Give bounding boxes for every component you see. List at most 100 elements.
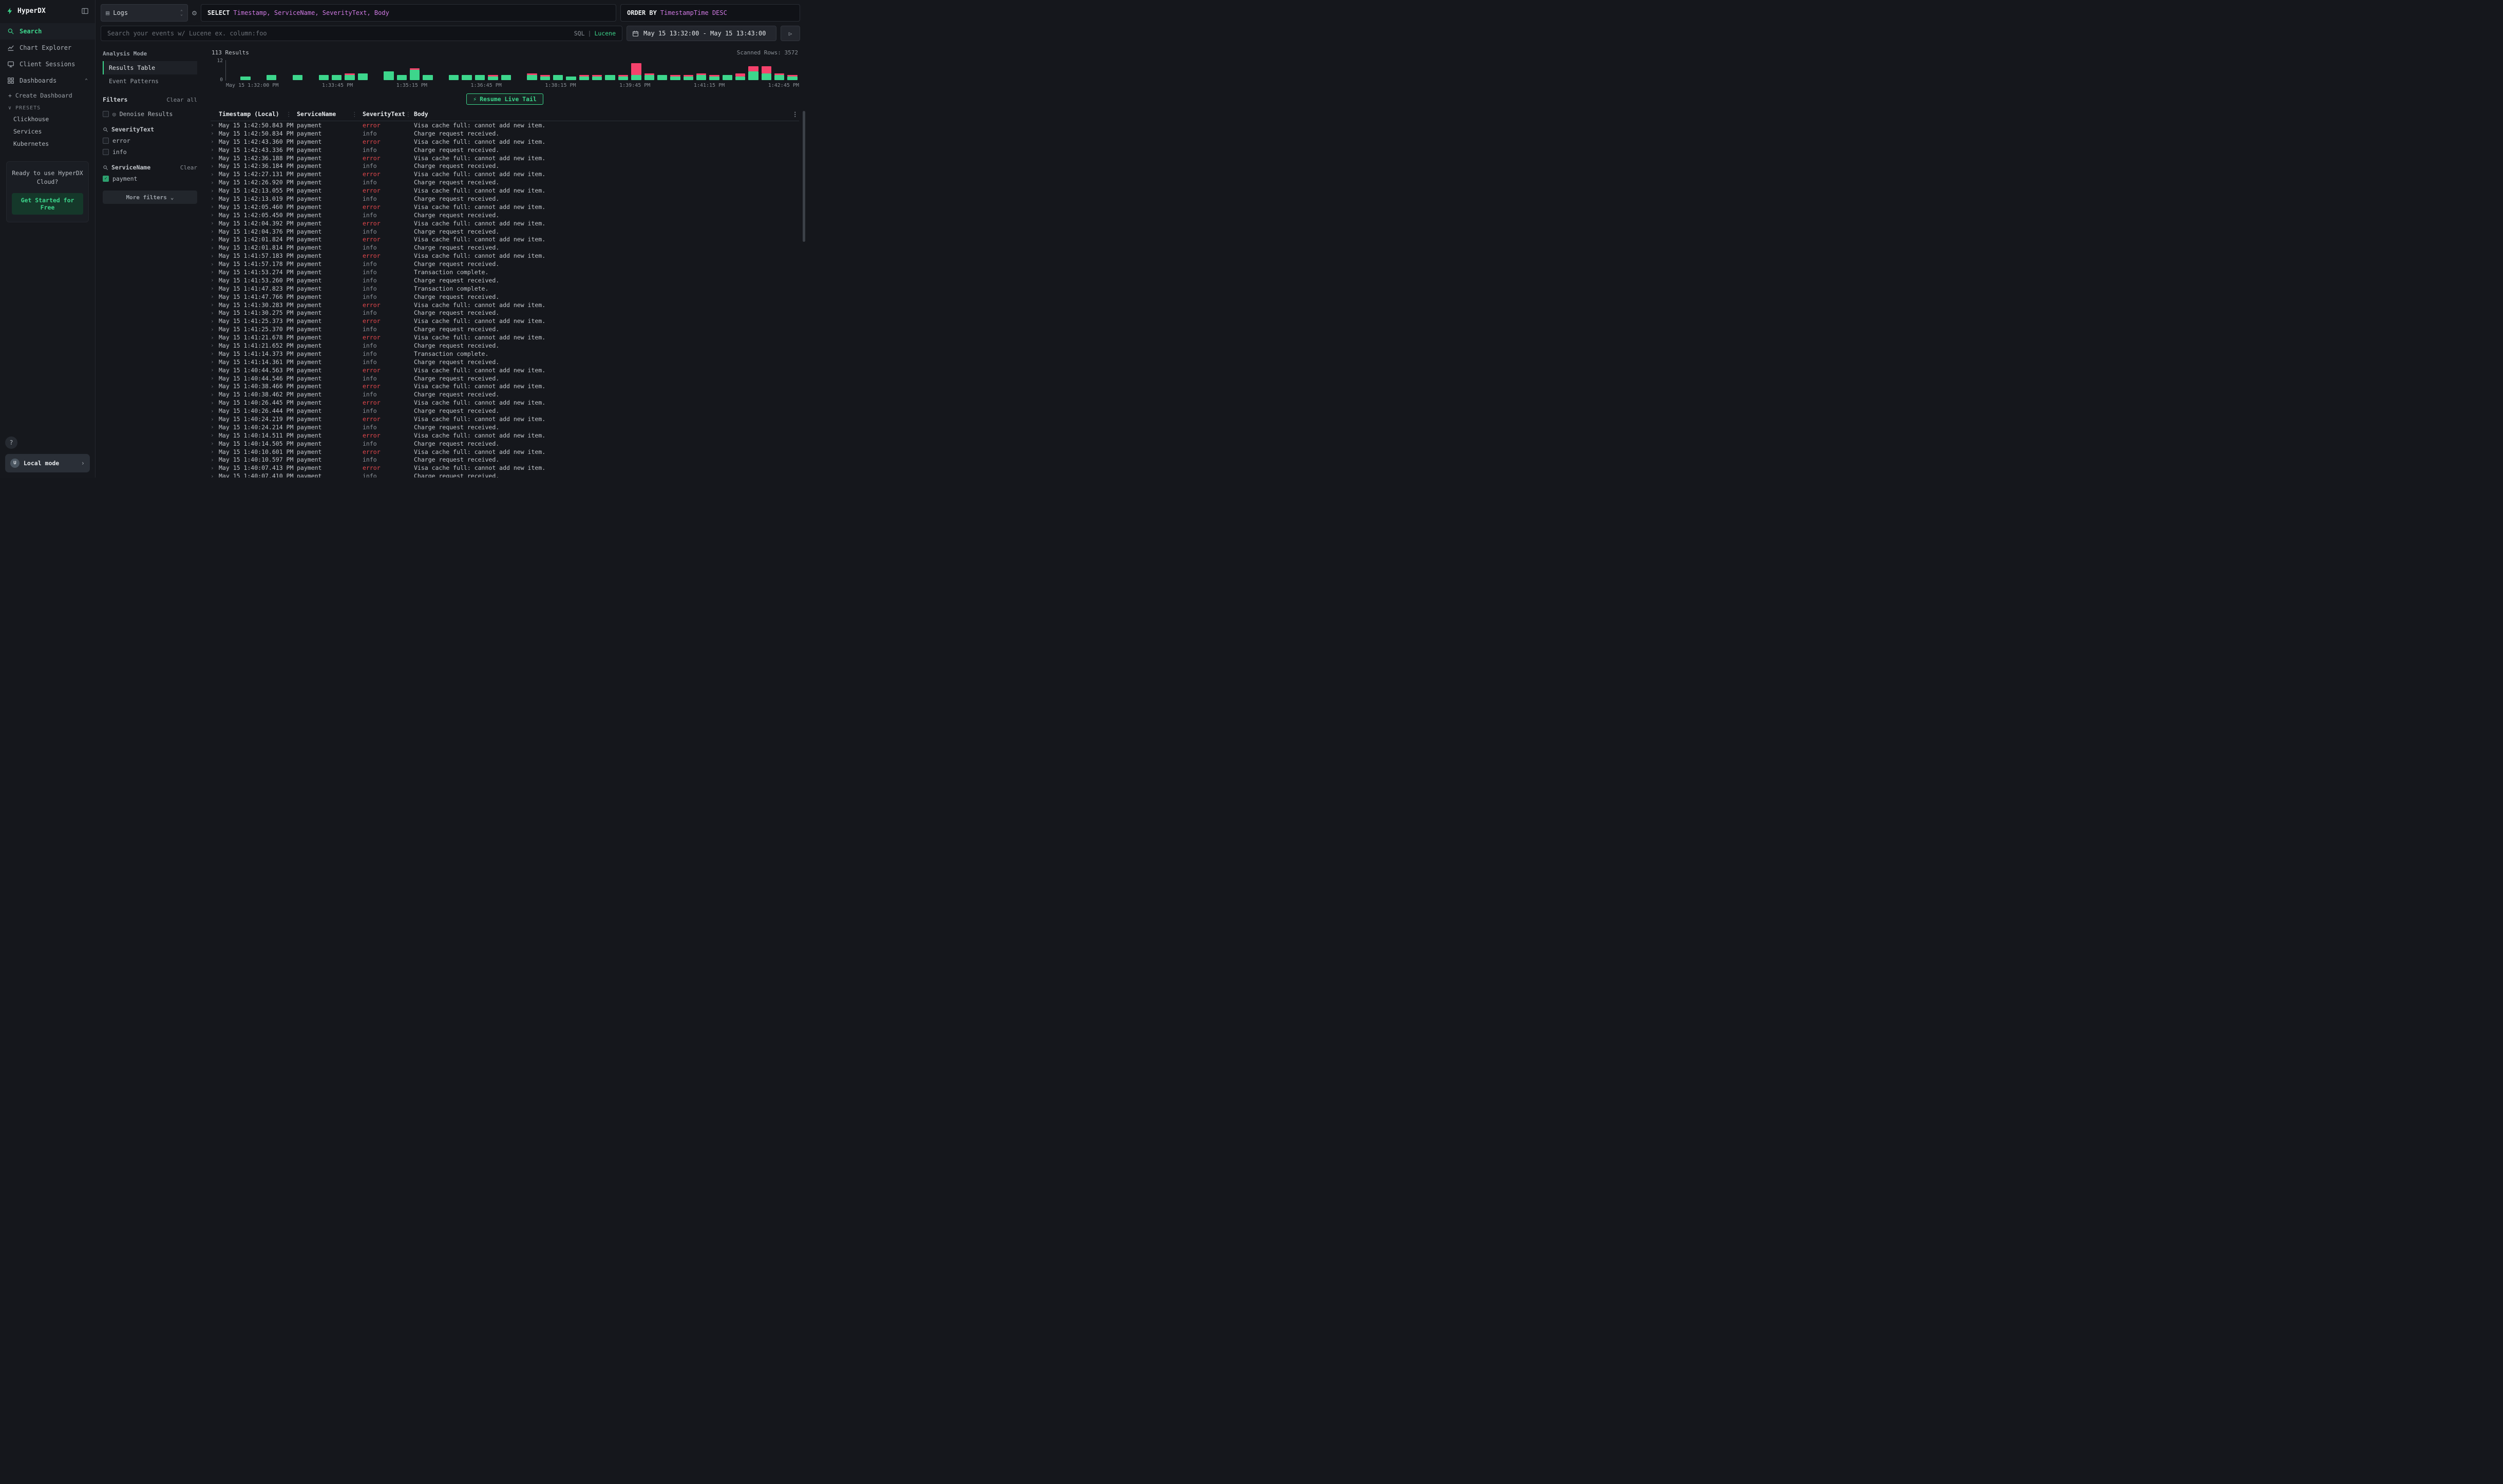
table-row[interactable]: ›May 15 1:42:36.184 PMpaymentinfoCharge … [211,162,799,170]
table-row[interactable]: ›May 15 1:40:24.219 PMpaymenterrorVisa c… [211,415,799,423]
sidebar-item-client-sessions[interactable]: Client Sessions [0,56,95,72]
table-row[interactable]: ›May 15 1:40:38.466 PMpaymenterrorVisa c… [211,383,799,391]
histogram-bar[interactable] [617,60,630,80]
histogram-bar[interactable] [643,60,656,80]
histogram-bar[interactable] [473,60,486,80]
denoise-checkbox[interactable] [103,111,109,117]
row-expand-icon[interactable]: › [211,163,219,169]
table-row[interactable]: ›May 15 1:42:43.360 PMpaymenterrorVisa c… [211,138,799,146]
histogram-bar[interactable] [434,60,447,80]
table-row[interactable]: ›May 15 1:40:38.462 PMpaymentinfoCharge … [211,390,799,398]
table-row[interactable]: ›May 15 1:42:13.019 PMpaymentinfoCharge … [211,195,799,203]
histogram-bar[interactable] [591,60,603,80]
table-row[interactable]: ›May 15 1:40:10.597 PMpaymentinfoCharge … [211,456,799,464]
info-checkbox[interactable] [103,149,109,155]
histogram-bar[interactable] [395,60,408,80]
histogram-bar[interactable] [786,60,799,80]
row-expand-icon[interactable]: › [211,203,219,210]
row-expand-icon[interactable]: › [211,342,219,349]
preset-clickhouse[interactable]: Clickhouse [0,113,95,125]
row-expand-icon[interactable]: › [211,375,219,382]
column-header-timestamp[interactable]: Timestamp (Local)⋮ [219,110,297,118]
row-expand-icon[interactable]: › [211,334,219,341]
row-expand-icon[interactable]: › [211,244,219,251]
order-by-input[interactable]: ORDER BY TimestampTime DESC [620,4,800,22]
row-expand-icon[interactable]: › [211,138,219,145]
row-expand-icon[interactable]: › [211,212,219,218]
table-row[interactable]: ›May 15 1:42:04.376 PMpaymentinfoCharge … [211,227,799,236]
row-expand-icon[interactable]: › [211,179,219,186]
table-row[interactable]: ›May 15 1:42:01.814 PMpaymentinfoCharge … [211,243,799,252]
histogram-bar[interactable] [265,60,278,80]
histogram-bar[interactable] [291,60,304,80]
row-expand-icon[interactable]: › [211,408,219,414]
row-expand-icon[interactable]: › [211,155,219,161]
histogram-bar[interactable] [460,60,473,80]
row-expand-icon[interactable]: › [211,228,219,235]
row-expand-icon[interactable]: › [211,432,219,439]
row-expand-icon[interactable]: › [211,261,219,268]
sidebar-item-chart-explorer[interactable]: Chart Explorer [0,40,95,56]
clear-all-filters-link[interactable]: Clear all [166,97,197,103]
table-row[interactable]: ›May 15 1:41:14.373 PMpaymentinfoTransac… [211,350,799,358]
table-row[interactable]: ›May 15 1:40:07.413 PMpaymenterrorVisa c… [211,464,799,472]
table-row[interactable]: ›May 15 1:40:14.511 PMpaymenterrorVisa c… [211,431,799,440]
row-expand-icon[interactable]: › [211,399,219,406]
table-row[interactable]: ›May 15 1:42:50.843 PMpaymenterrorVisa c… [211,121,799,129]
row-expand-icon[interactable]: › [211,383,219,390]
table-row[interactable]: ›May 15 1:42:26.920 PMpaymentinfoCharge … [211,178,799,186]
histogram-bar[interactable] [278,60,291,80]
row-expand-icon[interactable]: › [211,301,219,308]
table-row[interactable]: ›May 15 1:41:47.766 PMpaymentinfoCharge … [211,293,799,301]
table-row[interactable]: ›May 15 1:42:13.055 PMpaymenterrorVisa c… [211,186,799,195]
histogram-bar[interactable] [708,60,720,80]
table-row[interactable]: ›May 15 1:42:04.392 PMpaymenterrorVisa c… [211,219,799,227]
histogram-bar[interactable] [525,60,538,80]
row-expand-icon[interactable]: › [211,195,219,202]
filter-option-info[interactable]: info [103,146,197,158]
table-options-icon[interactable]: ⋮ [791,110,800,118]
histogram-bar[interactable] [343,60,356,80]
filter-option-payment[interactable]: ✓ payment [103,173,197,184]
table-row[interactable]: ›May 15 1:41:57.183 PMpaymenterrorVisa c… [211,252,799,260]
row-expand-icon[interactable]: › [211,285,219,292]
row-expand-icon[interactable]: › [211,391,219,398]
row-expand-icon[interactable]: › [211,130,219,137]
table-row[interactable]: ›May 15 1:42:50.834 PMpaymentinfoCharge … [211,129,799,138]
histogram-bar[interactable] [747,60,760,80]
histogram-bar[interactable] [500,60,513,80]
row-expand-icon[interactable]: › [211,171,219,178]
row-expand-icon[interactable]: › [211,236,219,243]
error-checkbox[interactable] [103,138,109,144]
more-filters-button[interactable]: More filters ⌄ [103,191,197,204]
row-expand-icon[interactable]: › [211,122,219,128]
table-row[interactable]: ›May 15 1:40:24.214 PMpaymentinfoCharge … [211,423,799,431]
histogram-bar[interactable] [447,60,460,80]
row-expand-icon[interactable]: › [211,440,219,447]
table-row[interactable]: ›May 15 1:40:26.445 PMpaymenterrorVisa c… [211,398,799,407]
histogram-bar[interactable] [539,60,552,80]
create-dashboard-link[interactable]: + Create Dashboard [0,89,95,102]
table-row[interactable]: ›May 15 1:40:07.410 PMpaymentinfoCharge … [211,472,799,478]
select-clause-input[interactable]: SELECT Timestamp, ServiceName, SeverityT… [201,4,616,22]
table-row[interactable]: ›May 15 1:41:53.274 PMpaymentinfoTransac… [211,268,799,276]
table-row[interactable]: ›May 15 1:42:36.188 PMpaymenterrorVisa c… [211,154,799,162]
table-row[interactable]: ›May 15 1:40:10.601 PMpaymenterrorVisa c… [211,448,799,456]
table-row[interactable]: ›May 15 1:42:05.450 PMpaymentinfoCharge … [211,211,799,219]
table-row[interactable]: ›May 15 1:40:14.505 PMpaymentinfoCharge … [211,440,799,448]
histogram-bar[interactable] [760,60,773,80]
resume-live-tail-button[interactable]: ⚡ Resume Live Tail [466,93,543,105]
histogram-bar[interactable] [682,60,695,80]
filter-option-error[interactable]: error [103,135,197,146]
table-row[interactable]: ›May 15 1:41:14.361 PMpaymentinfoCharge … [211,358,799,366]
preset-kubernetes[interactable]: Kubernetes [0,138,95,150]
histogram-bar[interactable] [408,60,421,80]
row-expand-icon[interactable]: › [211,367,219,373]
row-expand-icon[interactable]: › [211,473,219,478]
row-expand-icon[interactable]: › [211,456,219,463]
sidebar-collapse-icon[interactable] [81,7,89,15]
histogram-bar[interactable] [486,60,499,80]
row-expand-icon[interactable]: › [211,318,219,325]
histogram-bar[interactable] [356,60,369,80]
histogram-bar[interactable] [564,60,577,80]
